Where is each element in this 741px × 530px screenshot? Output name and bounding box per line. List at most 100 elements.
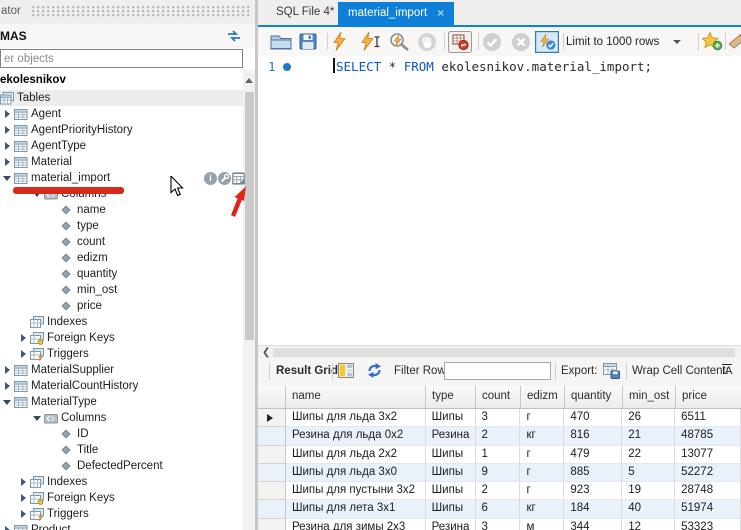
toggle-autocommit-button[interactable] — [535, 31, 559, 52]
tree-item-type[interactable]: type — [0, 218, 243, 234]
grid-cell[interactable]: г — [520, 446, 564, 464]
row-selector[interactable] — [258, 427, 286, 445]
grid-cell[interactable]: 923 — [564, 482, 622, 500]
row-selector[interactable] — [258, 464, 286, 482]
grid-cell[interactable]: Шипы — [426, 500, 476, 518]
row-selector[interactable] — [258, 500, 286, 518]
tree-item-foreign-keys[interactable]: Foreign Keys — [0, 490, 243, 506]
grid-column-header-edizm[interactable]: edizm — [521, 386, 565, 408]
grid-cell[interactable]: Шипы для лета 3x1 — [286, 500, 426, 518]
grid-row-2[interactable]: Резина для льда 0x2Резина2кг8162148785 — [258, 427, 741, 445]
grid-cell[interactable]: 21 — [622, 427, 675, 445]
table-wrench-icon[interactable] — [218, 172, 231, 185]
grid-cell[interactable]: 28748 — [675, 482, 741, 500]
expand-arrow-icon[interactable] — [3, 397, 14, 407]
tree-item-agenttype[interactable]: AgentType — [0, 138, 243, 154]
open-file-button[interactable] — [270, 31, 292, 52]
grid-cell[interactable]: 22 — [622, 446, 675, 464]
grid-column-header-type[interactable]: type — [426, 386, 476, 408]
wrap-cell-content-icon[interactable]: IA — [722, 364, 732, 378]
grid-cell[interactable]: Шипы для пустыни 3x2 — [286, 482, 426, 500]
grid-cell[interactable]: 6511 — [675, 409, 741, 427]
tree-item-defectedpercent[interactable]: DefectedPercent — [0, 458, 243, 474]
grid-row-3[interactable]: Шипы для льда 2x2Шипы1г4792213077 — [258, 446, 741, 464]
expand-arrow-icon[interactable] — [19, 349, 30, 359]
grid-cell[interactable]: 12 — [622, 519, 675, 530]
grid-cell[interactable]: 1 — [476, 446, 521, 464]
grid-cell[interactable]: Резина — [426, 427, 476, 445]
tree-item-name[interactable]: name — [0, 202, 243, 218]
grid-cell[interactable]: кг — [520, 427, 564, 445]
grid-column-header-min-ost[interactable]: min_ost — [623, 386, 676, 408]
expand-arrow-icon[interactable] — [19, 477, 30, 487]
grid-cell[interactable]: Шипы — [426, 409, 476, 427]
sql-editor-area[interactable]: 1 SELECT * FROM ekolesnikov.material_imp… — [258, 56, 741, 345]
tree-item-foreign-keys[interactable]: Foreign Keys — [0, 330, 243, 346]
save-file-button[interactable] — [299, 31, 317, 52]
grid-cell[interactable]: 5 — [622, 464, 675, 482]
tree-item-schema-ekolesnikov[interactable]: ekolesnikov — [0, 72, 66, 88]
tree-item-triggers[interactable]: Triggers — [0, 506, 243, 522]
row-selector[interactable] — [258, 482, 286, 500]
expand-arrow-icon[interactable] — [3, 525, 14, 530]
tree-item-product[interactable]: Product — [0, 522, 243, 530]
table-edit-grid-icon[interactable] — [232, 172, 245, 185]
grid-cell[interactable]: 40 — [622, 500, 675, 518]
expand-arrow-icon[interactable] — [3, 157, 14, 167]
grid-cell[interactable]: 52272 — [675, 464, 741, 482]
grid-cell[interactable]: г — [520, 464, 564, 482]
grid-cell[interactable]: Шипы для льда 2x2 — [286, 446, 426, 464]
grid-cell[interactable]: 26 — [622, 409, 675, 427]
grid-cell[interactable]: кг — [520, 500, 564, 518]
expand-arrow-icon[interactable] — [19, 509, 30, 519]
grid-cell[interactable]: 9 — [476, 464, 521, 482]
tree-item-edizm[interactable]: edizm — [0, 250, 243, 266]
tree-item-agentpriorityhistory[interactable]: AgentPriorityHistory — [0, 122, 243, 138]
tree-item-count[interactable]: count — [0, 234, 243, 250]
rollback-button[interactable] — [511, 31, 531, 52]
grid-cell[interactable]: 2 — [476, 482, 521, 500]
grid-cell[interactable]: 885 — [564, 464, 622, 482]
limit-rows-dropdown[interactable]: Limit to 1000 rows — [566, 31, 696, 52]
sql-code-line[interactable]: SELECT * FROM ekolesnikov.material_impor… — [336, 59, 652, 74]
expand-arrow-icon[interactable] — [3, 173, 14, 183]
grid-cell[interactable]: 48785 — [675, 427, 741, 445]
expand-arrow-icon[interactable] — [33, 413, 44, 423]
grid-column-header-price[interactable]: price — [676, 386, 741, 408]
grid-cell[interactable]: 3 — [476, 409, 521, 427]
grid-cell[interactable]: 51974 — [675, 500, 741, 518]
commit-button[interactable] — [482, 31, 502, 52]
beautify-script-button[interactable] — [729, 31, 741, 52]
grid-cell[interactable]: м — [520, 519, 564, 530]
expand-arrow-icon[interactable] — [3, 109, 14, 119]
grid-row-1[interactable]: Шипы для льда 3x2Шипы3г470266511 — [258, 409, 741, 427]
refresh-schemas-icon[interactable] — [226, 28, 242, 44]
tree-item-materialcounthistory[interactable]: MaterialCountHistory — [0, 378, 243, 394]
tree-item-id[interactable]: ID — [0, 426, 243, 442]
grid-cell[interactable]: Шипы — [426, 446, 476, 464]
save-snippet-button[interactable] — [702, 31, 723, 52]
grid-cell[interactable]: Резина — [426, 519, 476, 530]
tree-item-indexes[interactable]: Indexes — [0, 474, 243, 490]
grid-column-header-quantity[interactable]: quantity — [565, 386, 623, 408]
tree-item-materialtype[interactable]: MaterialType — [0, 394, 243, 410]
toggle-stop-on-error-button[interactable] — [448, 31, 472, 52]
grid-cell[interactable]: 2 — [476, 427, 521, 445]
grid-cell[interactable]: 13077 — [675, 446, 741, 464]
grid-cell[interactable]: Шипы — [426, 464, 476, 482]
grid-column-header-count[interactable]: count — [476, 386, 521, 408]
export-recordset-icon[interactable] — [603, 363, 620, 379]
close-tab-icon[interactable]: × — [437, 2, 444, 25]
scroll-up-arrow-icon[interactable] — [245, 76, 253, 84]
refresh-results-icon[interactable] — [367, 363, 382, 378]
grid-cell[interactable]: 6 — [476, 500, 521, 518]
grid-cell[interactable]: Резина для зимы 2x3 — [286, 519, 426, 530]
tree-item-indexes[interactable]: Indexes — [0, 314, 243, 330]
grid-cell[interactable]: Шипы для льда 3x0 — [286, 464, 426, 482]
filter-rows-input[interactable] — [444, 362, 551, 380]
grid-cell[interactable]: 344 — [564, 519, 622, 530]
grid-row-5[interactable]: Шипы для пустыни 3x2Шипы2г9231928748 — [258, 482, 741, 500]
tree-vertical-scrollbar[interactable] — [243, 70, 255, 530]
tab-sql-file-4[interactable]: SQL File 4* — [264, 0, 346, 25]
filter-objects-input[interactable] — [0, 49, 243, 68]
